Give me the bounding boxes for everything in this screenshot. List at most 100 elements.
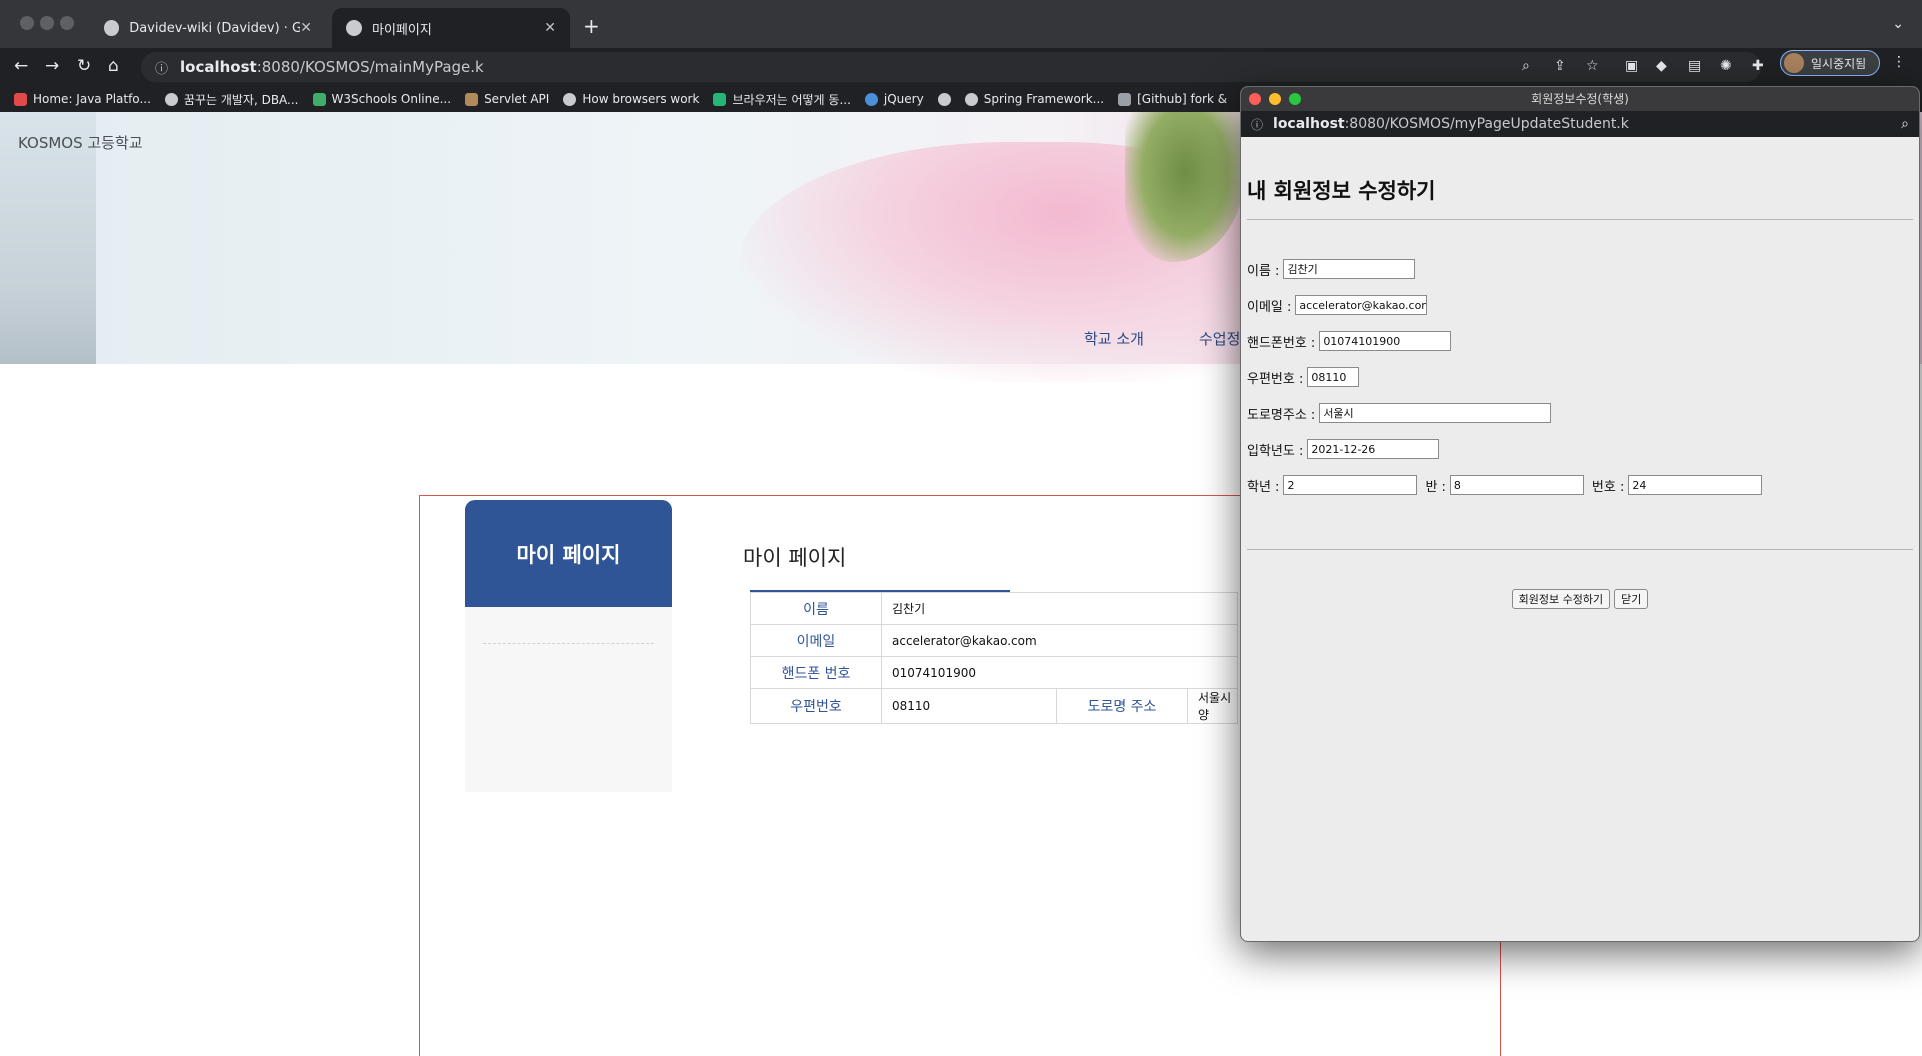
name-label: 이름 : [1247, 263, 1280, 279]
bookmark-item[interactable]: Home: Java Platfo... [14, 92, 151, 106]
class-input[interactable] [1449, 475, 1584, 495]
window-close-dot[interactable] [20, 16, 34, 30]
bookmark-item[interactable]: Spring Framework... [964, 92, 1104, 106]
member-info-table: 이름 김찬기 이메일 accelerator@kakao.com 핸드폰 번호 … [750, 592, 1238, 724]
window-zoom-dot[interactable] [60, 16, 74, 30]
jquery-icon [864, 92, 878, 106]
class-label: 반 : [1425, 479, 1446, 495]
popup-close-dot[interactable] [1249, 93, 1261, 105]
translate-icon[interactable]: ▤ [1688, 58, 1701, 74]
popup-minimize-dot[interactable] [1269, 93, 1281, 105]
close-icon[interactable]: ✕ [544, 20, 556, 36]
url-host: localhost [180, 58, 257, 76]
browser-toolbar: ← → ↻ ⌂ ⓘ localhost :8080/KOSMOS/mainMyP… [0, 48, 1922, 86]
nav-school-intro[interactable]: 학교 소개 [1084, 328, 1144, 349]
tab-title: 마이페이지 [372, 22, 432, 38]
reload-icon[interactable]: ↻ [77, 56, 91, 76]
zip-value: 08110 [881, 688, 1057, 724]
year-input[interactable] [1307, 439, 1440, 459]
zoom-icon[interactable]: ⌕ [1901, 116, 1909, 132]
popup-heading: 내 회원정보 수정하기 [1247, 179, 1436, 203]
puzzle-icon[interactable]: ✚ [1752, 58, 1764, 74]
globe-icon [937, 92, 951, 106]
tab-github[interactable]: Davidev-wiki (Davidev) · GitHub ✕ [90, 8, 326, 48]
divider [1247, 219, 1913, 220]
name-value: 김찬기 [881, 592, 1238, 625]
oracle-icon [14, 92, 27, 106]
zip-label: 우편번호 [750, 688, 882, 724]
bookmark-item[interactable] [937, 92, 951, 106]
popup-button-row: 회원정보 수정하기 닫기 [1241, 589, 1919, 609]
info-icon[interactable]: ⓘ [1251, 116, 1263, 133]
popup-address-bar[interactable]: ⓘ localhost :8080/KOSMOS/myPageUpdateStu… [1241, 111, 1919, 137]
globe-icon [164, 92, 178, 106]
year-row: 입학년도 : [1247, 439, 1440, 459]
number-input[interactable] [1628, 475, 1763, 495]
zip-row: 우편번호 : [1247, 367, 1360, 387]
address-bar[interactable]: ⓘ localhost :8080/KOSMOS/mainMyPage.k [141, 52, 1761, 82]
phone-input[interactable] [1319, 331, 1452, 351]
email-label: 이메일 [750, 624, 882, 657]
name-input[interactable] [1283, 259, 1416, 279]
w3schools-icon [312, 92, 326, 106]
nav-class-info[interactable]: 수업정 [1199, 328, 1240, 349]
url-path: :8080/KOSMOS/mainMyPage.k [256, 58, 484, 76]
bookmark-item[interactable]: jQuery [864, 92, 924, 106]
close-icon[interactable]: ✕ [300, 20, 312, 36]
back-icon[interactable]: ← [14, 56, 28, 76]
bookmark-item[interactable]: 꿈꾸는 개발자, DBA... [164, 91, 299, 108]
road-value: 서울시 양 [1187, 688, 1238, 724]
globe-icon [346, 20, 362, 36]
submit-update-button[interactable]: 회원정보 수정하기 [1511, 589, 1611, 609]
info-icon[interactable]: ⓘ [155, 58, 168, 77]
forward-icon[interactable]: → [45, 56, 59, 76]
email-row: 이메일 : [1247, 295, 1428, 315]
table-row: 우편번호 08110 도로명 주소 서울시 양 [750, 688, 1238, 724]
zoom-icon[interactable]: ⌕ [1522, 58, 1530, 74]
more-menu-icon[interactable]: ⋮ [1892, 54, 1906, 70]
bookmark-item[interactable]: W3Schools Online... [312, 92, 451, 106]
share-icon[interactable]: ⇪ [1554, 58, 1566, 74]
chevron-down-icon[interactable]: ⌄ [1892, 16, 1904, 32]
table-row: 이름 김찬기 [750, 592, 1238, 625]
name-label: 이름 [750, 592, 882, 625]
table-row: 이메일 accelerator@kakao.com [750, 624, 1238, 657]
email-value: accelerator@kakao.com [881, 624, 1238, 657]
bookmark-item[interactable]: Servlet API [465, 92, 549, 106]
grade-row: 학년 : 반 : 번호 : [1247, 475, 1763, 495]
tab-mypage[interactable]: 마이페이지 ✕ [332, 8, 570, 48]
grade-label: 학년 : [1247, 479, 1280, 495]
globe-icon [964, 92, 978, 106]
bookmark-item[interactable]: How browsers work [563, 92, 699, 106]
email-input[interactable] [1295, 295, 1428, 315]
divider [1247, 549, 1913, 550]
react-devtools-icon[interactable]: ✺ [1720, 58, 1732, 74]
profile-button[interactable]: 일시중지됨 [1780, 50, 1880, 76]
grade-input[interactable] [1283, 475, 1418, 495]
road-input[interactable] [1319, 403, 1552, 423]
popup-zoom-dot[interactable] [1289, 93, 1301, 105]
tab-strip: Davidev-wiki (Davidev) · GitHub ✕ 마이페이지 … [0, 0, 1922, 48]
bookmark-star-icon[interactable]: ☆ [1586, 58, 1599, 74]
url-host: localhost [1273, 116, 1345, 132]
bookmark-item[interactable]: [Github] fork & [1118, 92, 1227, 106]
home-icon[interactable]: ⌂ [108, 56, 119, 76]
notion-extension-icon[interactable]: ▣ [1625, 58, 1638, 74]
close-button[interactable]: 닫기 [1614, 589, 1649, 609]
road-label: 도로명 주소 [1056, 688, 1188, 724]
zip-input[interactable] [1307, 367, 1360, 387]
table-row: 핸드폰 번호 01074101900 [750, 656, 1238, 689]
sidebar-title: 마이 페이지 [465, 500, 672, 607]
servlet-icon [465, 92, 479, 106]
road-row: 도로명주소 : [1247, 403, 1552, 423]
window-minimize-dot[interactable] [40, 16, 54, 30]
new-tab-button[interactable]: + [583, 14, 600, 38]
divider [483, 643, 654, 644]
school-name[interactable]: KOSMOS 고등학교 [18, 132, 143, 153]
popup-title: 회원정보수정(학생) [1531, 92, 1629, 106]
road-label: 도로명주소 : [1247, 407, 1316, 423]
year-label: 입학년도 : [1247, 443, 1304, 459]
extension-icon[interactable]: ◆ [1656, 58, 1667, 74]
bookmark-item[interactable]: 브라우저는 어떻게 동... [713, 91, 851, 108]
sidebar: 마이 페이지 [465, 500, 672, 792]
